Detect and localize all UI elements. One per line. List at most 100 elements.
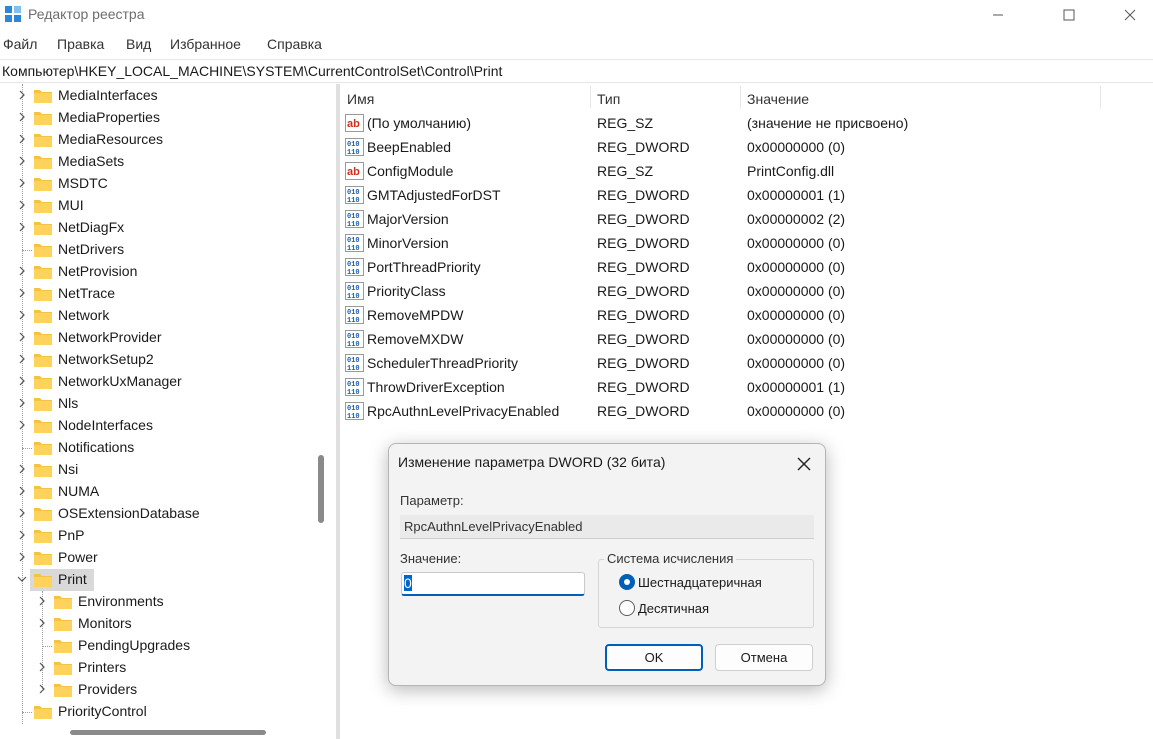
dialog-close-button[interactable]	[793, 453, 815, 475]
chevron-right-icon[interactable]	[16, 529, 28, 541]
value-data-input[interactable]: 0	[401, 572, 585, 596]
tree-item[interactable]: Power	[0, 547, 312, 569]
chevron-right-icon[interactable]	[16, 111, 28, 123]
menu-help[interactable]: Справка	[267, 36, 322, 52]
tree-item[interactable]: MSDTC	[0, 173, 312, 195]
chevron-right-icon[interactable]	[16, 177, 28, 189]
column-divider[interactable]	[590, 86, 591, 108]
tree-item[interactable]: NetworkUxManager	[0, 371, 312, 393]
value-row[interactable]: ab ConfigModule REG_SZ PrintConfig.dll	[340, 159, 1153, 183]
chevron-right-icon[interactable]	[16, 155, 28, 167]
column-name[interactable]: Имя	[347, 91, 374, 107]
tree-item[interactable]: PriorityControl	[0, 701, 312, 723]
chevron-right-icon[interactable]	[16, 375, 28, 387]
address-bar[interactable]: Компьютер\HKEY_LOCAL_MACHINE\SYSTEM\Curr…	[0, 59, 1153, 83]
chevron-right-icon[interactable]	[16, 463, 28, 475]
chevron-right-icon[interactable]	[16, 331, 28, 343]
tree-item[interactable]: NetworkSetup2	[0, 349, 312, 371]
radio-decimal[interactable]	[619, 600, 635, 616]
column-divider[interactable]	[1100, 86, 1101, 108]
tree-vertical-scrollbar[interactable]	[312, 84, 336, 724]
tree-item[interactable]: MediaSets	[0, 151, 312, 173]
value-row[interactable]: 010 110 MinorVersion REG_DWORD 0x00000000 (0…	[340, 231, 1153, 255]
menu-file[interactable]: Файл	[3, 36, 37, 52]
tree-item[interactable]: Nls	[0, 393, 312, 415]
folder-icon	[34, 398, 52, 411]
tree-item[interactable]: NetDiagFx	[0, 217, 312, 239]
column-divider[interactable]	[740, 86, 741, 108]
value-row[interactable]: 010 110 SchedulerThreadPriority REG_DWORD 0x…	[340, 351, 1153, 375]
tree-item[interactable]: NetDrivers	[0, 239, 312, 261]
cancel-button[interactable]: Отмена	[715, 644, 813, 671]
tree-item[interactable]: MediaProperties	[0, 107, 312, 129]
value-row[interactable]: 010 110 PortThreadPriority REG_DWORD 0x00000…	[340, 255, 1153, 279]
tree-vertical-scroll-thumb[interactable]	[318, 455, 324, 523]
chevron-right-icon[interactable]	[36, 661, 48, 673]
chevron-right-icon[interactable]	[16, 287, 28, 299]
menu-edit[interactable]: Правка	[57, 36, 104, 52]
value-row[interactable]: 010 110 RemoveMXDW REG_DWORD 0x00000000 (0)	[340, 327, 1153, 351]
chevron-right-icon[interactable]	[16, 221, 28, 233]
value-row[interactable]: 010 110 ThrowDriverException REG_DWORD 0x000…	[340, 375, 1153, 399]
chevron-down-icon[interactable]	[16, 573, 28, 585]
chevron-right-icon[interactable]	[16, 309, 28, 321]
tree-item[interactable]: Print	[0, 569, 312, 591]
value-data: 0x00000000 (0)	[747, 259, 846, 275]
tree-item[interactable]: MediaResources	[0, 129, 312, 151]
value-row[interactable]: 010 110 MajorVersion REG_DWORD 0x00000002 (2…	[340, 207, 1153, 231]
column-type[interactable]: Тип	[597, 91, 620, 107]
menu-favorites[interactable]: Избранное	[170, 36, 241, 52]
value-label: Значение:	[400, 551, 462, 566]
tree-item-label: PnP	[58, 527, 85, 543]
value-row[interactable]: 010 110 PriorityClass REG_DWORD 0x00000000 (…	[340, 279, 1153, 303]
tree-item[interactable]: Notifications	[0, 437, 312, 459]
radio-hexadecimal-label[interactable]: Шестнадцатеричная	[638, 575, 762, 590]
minimize-button[interactable]	[975, 0, 1021, 30]
tree-item[interactable]: NetworkProvider	[0, 327, 312, 349]
chevron-right-icon[interactable]	[16, 551, 28, 563]
chevron-right-icon[interactable]	[16, 89, 28, 101]
tree-item-label: MediaProperties	[58, 109, 160, 125]
registry-editor-app-icon	[5, 6, 21, 22]
chevron-right-icon[interactable]	[16, 485, 28, 497]
maximize-button[interactable]	[1046, 0, 1092, 30]
tree-item[interactable]: PnP	[0, 525, 312, 547]
tree-item[interactable]: NetTrace	[0, 283, 312, 305]
tree-item[interactable]: Environments	[0, 591, 312, 613]
tree-item[interactable]: MUI	[0, 195, 312, 217]
radio-hexadecimal[interactable]	[619, 574, 635, 590]
tree-item[interactable]: NetProvision	[0, 261, 312, 283]
chevron-right-icon[interactable]	[16, 353, 28, 365]
tree-item[interactable]: NodeInterfaces	[0, 415, 312, 437]
value-row[interactable]: 010 110 GMTAdjustedForDST REG_DWORD 0x000000…	[340, 183, 1153, 207]
menu-view[interactable]: Вид	[126, 36, 151, 52]
chevron-right-icon[interactable]	[36, 683, 48, 695]
tree-item[interactable]: MediaInterfaces	[0, 85, 312, 107]
value-row[interactable]: 010 110 RemoveMPDW REG_DWORD 0x00000000 (0)	[340, 303, 1153, 327]
value-row[interactable]: ab (По умолчанию) REG_SZ (значение не присв…	[340, 111, 1153, 135]
chevron-right-icon[interactable]	[16, 397, 28, 409]
chevron-right-icon[interactable]	[16, 507, 28, 519]
chevron-right-icon[interactable]	[16, 265, 28, 277]
ok-button[interactable]: OK	[605, 644, 703, 671]
tree-item[interactable]: Monitors	[0, 613, 312, 635]
chevron-right-icon[interactable]	[16, 199, 28, 211]
tree-item[interactable]: Providers	[0, 679, 312, 701]
tree-item[interactable]: Printers	[0, 657, 312, 679]
chevron-right-icon[interactable]	[16, 133, 28, 145]
chevron-right-icon[interactable]	[36, 617, 48, 629]
value-row[interactable]: 010 110 BeepEnabled REG_DWORD 0x00000000 (0)	[340, 135, 1153, 159]
value-row[interactable]: 010 110 RpcAuthnLevelPrivacyEnabled REG_DWO…	[340, 399, 1153, 423]
tree-item[interactable]: NUMA	[0, 481, 312, 503]
folder-icon	[34, 244, 52, 257]
tree-item[interactable]: OSExtensionDatabase	[0, 503, 312, 525]
column-value[interactable]: Значение	[747, 91, 809, 107]
close-window-button[interactable]	[1107, 0, 1153, 30]
tree-item[interactable]: Nsi	[0, 459, 312, 481]
tree-horizontal-scroll-thumb[interactable]	[70, 730, 266, 735]
tree-item[interactable]: Network	[0, 305, 312, 327]
tree-item[interactable]: PendingUpgrades	[0, 635, 312, 657]
chevron-right-icon[interactable]	[16, 419, 28, 431]
chevron-right-icon[interactable]	[36, 595, 48, 607]
radio-decimal-label[interactable]: Десятичная	[638, 601, 709, 616]
